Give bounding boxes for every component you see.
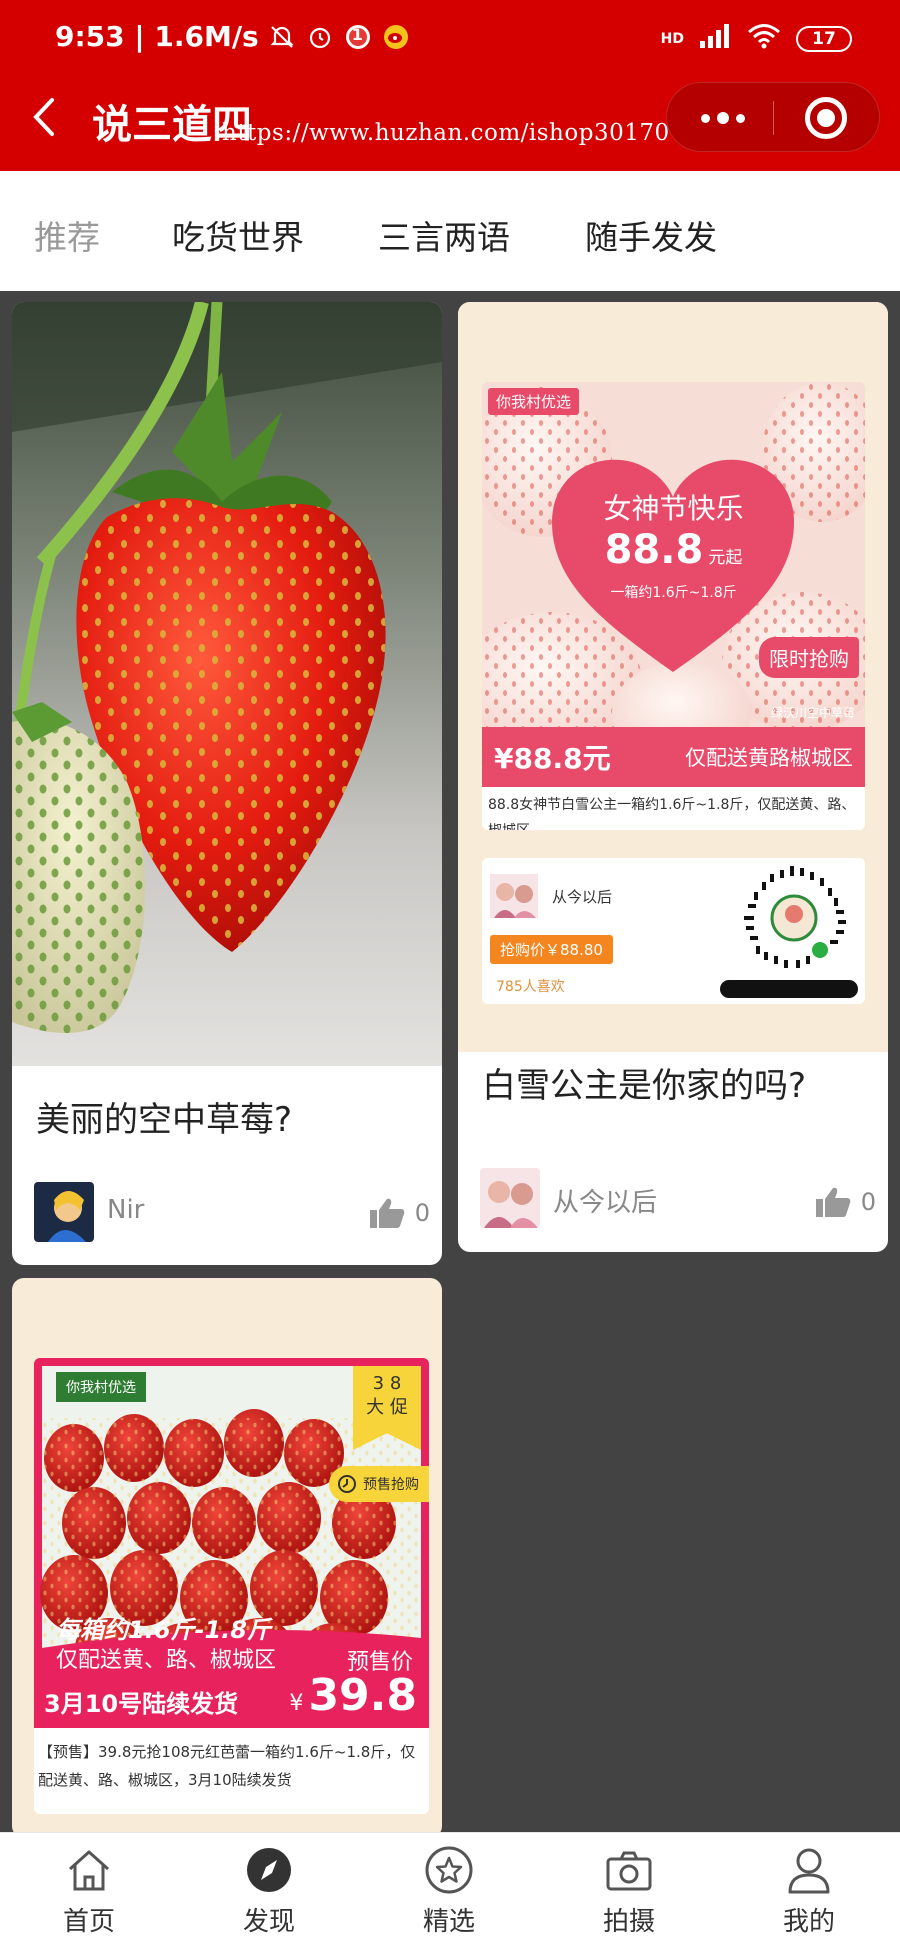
- share-card: 从今以后 抢购价￥88.80 785人喜欢: [482, 858, 865, 1004]
- poster-description: 【预售】39.8元抢108元红芭蕾一箱约1.6斤~1.8斤，仅配送黄、路、椒城区…: [38, 1743, 416, 1789]
- poster-headline: 女神节快乐: [603, 492, 744, 525]
- watermark-url: https://www.huzhan.com/ishop30170: [222, 120, 670, 146]
- thumbs-up-icon: [369, 1198, 405, 1228]
- nav-featured[interactable]: 精选: [394, 1845, 504, 1938]
- poster-area: 仅配送黄、路、椒城区: [56, 1648, 277, 1673]
- poster-price: 88.8 元起: [604, 527, 743, 573]
- post-title: 美丽的空中草莓?: [36, 1100, 293, 1140]
- clock-icon: [338, 1475, 356, 1493]
- post-card[interactable]: 你我村优选 3 8 大 促 预售抢购 每箱约1.6斤-1.8斤 仅配送黄、路、椒…: [12, 1278, 442, 1838]
- presale-tag: 预售抢购: [329, 1466, 429, 1502]
- home-icon: [68, 1850, 110, 1891]
- more-dot-icon: [717, 112, 729, 124]
- post-card[interactable]: 你我村优选 女神节快乐 88.8 元起 一箱约1.6斤~1.8斤 限时抢购 绿沃…: [458, 302, 888, 1252]
- author-name[interactable]: Nir: [107, 1195, 144, 1225]
- more-button[interactable]: [693, 101, 753, 135]
- tab-few-words[interactable]: 三言两语: [378, 211, 510, 259]
- nav-discover[interactable]: 发现: [214, 1845, 324, 1938]
- signal-icon: [698, 23, 732, 54]
- post-image: [12, 302, 442, 1066]
- wifi-icon: [746, 22, 782, 55]
- nav-label: 精选: [422, 1907, 475, 1937]
- like-button[interactable]: 0: [815, 1186, 876, 1218]
- miniprogram-qr-code: [740, 864, 848, 972]
- share-avatar: [490, 874, 538, 918]
- category-tabs: 推荐 吃货世界 三言两语 随手发发: [0, 171, 900, 291]
- post-title: 白雪公主是你家的吗?: [482, 1066, 807, 1106]
- back-button[interactable]: [24, 92, 68, 142]
- brand-tag: 你我村优选: [488, 388, 580, 415]
- avatar[interactable]: [34, 1182, 94, 1242]
- bar-note: 仅配送黄路椒城区: [685, 746, 853, 770]
- presale-price: ¥ 39.8: [289, 1670, 417, 1721]
- nav-camera[interactable]: 拍摄: [574, 1845, 684, 1938]
- share-likes: 785人喜欢: [496, 979, 565, 995]
- user-icon: [788, 1848, 830, 1894]
- weibo-icon: [381, 22, 411, 52]
- post-card[interactable]: 美丽的空中草莓? Nir 0: [12, 302, 442, 1265]
- avatar[interactable]: [480, 1168, 540, 1228]
- status-bar: 9:53 | 1.6M/s 1 HD 17: [0, 0, 900, 78]
- brand-tag: 你我村优选: [56, 1372, 146, 1402]
- capsule-divider: [773, 101, 774, 135]
- nav-label: 我的: [782, 1907, 835, 1937]
- poster-weight: 每箱约1.6斤-1.8斤: [56, 1616, 271, 1644]
- app-badge-icon: 1: [343, 22, 373, 52]
- compass-icon: [247, 1848, 291, 1892]
- nav-label: 拍摄: [602, 1907, 655, 1937]
- flash-sale-tag: 限时抢购: [759, 637, 859, 678]
- chevron-left-icon: [33, 98, 54, 136]
- status-time: 9:53 | 1.6M/s: [55, 20, 259, 53]
- alarm-icon: [305, 22, 335, 52]
- thumbs-up-icon: [815, 1187, 851, 1217]
- nav-home[interactable]: 首页: [34, 1845, 144, 1938]
- post-image: 你我村优选 女神节快乐 88.8 元起 一箱约1.6斤~1.8斤 限时抢购 绿沃…: [458, 302, 888, 1052]
- nav-profile[interactable]: 我的: [754, 1845, 864, 1938]
- share-price-tag: 抢购价￥88.80: [490, 935, 613, 964]
- farm-label: 绿沃川空中草莓: [770, 706, 855, 720]
- poster-description: 88.8女神节白雪公主一箱约1.6斤~1.8斤，仅配送黄、路、椒城区: [488, 797, 856, 830]
- nav-label: 首页: [62, 1907, 115, 1937]
- like-count: 0: [860, 1188, 876, 1216]
- price-bar: ¥88.8元 仅配送黄路椒城区: [482, 727, 865, 787]
- qr-caption-bar: [720, 980, 858, 998]
- battery-level: 17: [812, 28, 836, 49]
- bell-muted-icon: [267, 22, 297, 52]
- ship-date: 3月10号陆续发货: [44, 1690, 239, 1718]
- like-count: 0: [414, 1199, 430, 1227]
- top-bar: 9:53 | 1.6M/s 1 HD 17 说三道四 https://www.h…: [0, 0, 900, 171]
- tab-casual-posts[interactable]: 随手发发: [585, 211, 717, 259]
- network-label: HD: [660, 30, 684, 47]
- promo-poster: 你我村优选 3 8 大 促 预售抢购 每箱约1.6斤-1.8斤 仅配送黄、路、椒…: [34, 1358, 429, 1814]
- more-dot-icon: [736, 113, 745, 123]
- nav-label: 发现: [242, 1907, 295, 1937]
- star-icon: [425, 1846, 473, 1894]
- notification-badge: 1: [351, 24, 363, 44]
- more-dot-icon: [701, 113, 710, 123]
- poster-weight: 一箱约1.6斤~1.8斤: [610, 585, 737, 601]
- bar-price: ¥88.8元: [494, 742, 611, 775]
- close-miniprogram-button[interactable]: [805, 97, 847, 139]
- tab-recommended[interactable]: 推荐: [34, 211, 100, 259]
- bottom-navigation: 首页 发现 精选 拍摄 我的: [0, 1832, 900, 1950]
- tab-foodie-world[interactable]: 吃货世界: [172, 211, 304, 259]
- like-button[interactable]: 0: [369, 1197, 430, 1229]
- author-name[interactable]: 从今以后: [553, 1182, 657, 1219]
- battery-icon: 17: [796, 25, 852, 52]
- promo-poster: 你我村优选 女神节快乐 88.8 元起 一箱约1.6斤~1.8斤 限时抢购 绿沃…: [482, 382, 865, 830]
- miniprogram-capsule: [666, 82, 880, 152]
- share-author: 从今以后: [552, 888, 613, 906]
- camera-icon: [606, 1851, 652, 1891]
